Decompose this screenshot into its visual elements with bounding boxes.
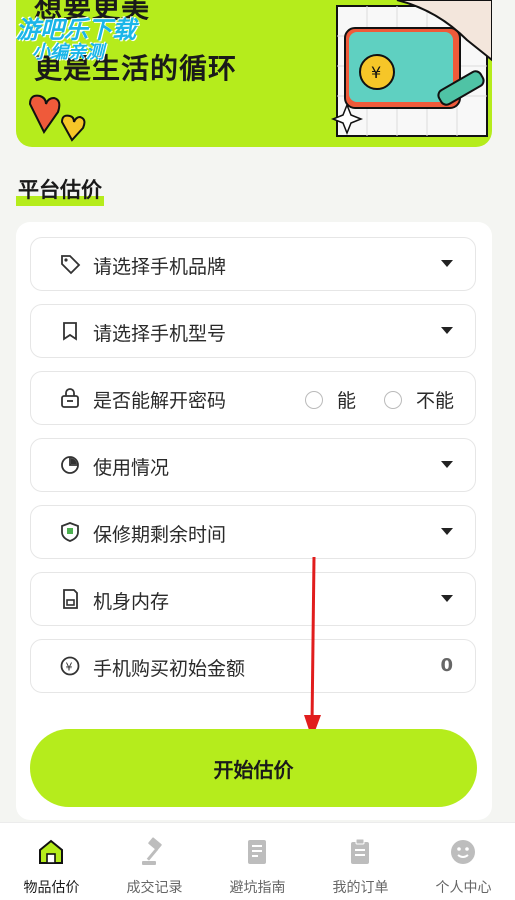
svg-text:¥: ¥	[66, 661, 73, 674]
bookmark-icon	[63, 322, 77, 341]
radio-yes-label: 能	[337, 390, 357, 412]
radio-circle[interactable]	[305, 390, 323, 409]
chevron-down-icon	[441, 595, 453, 602]
clipboard-icon	[351, 838, 369, 864]
nav-item-orders[interactable]: 我的订单	[309, 823, 412, 900]
purchase-price-value[interactable]: 0	[440, 655, 453, 676]
lock-icon	[61, 388, 79, 408]
nav-label: 成交记录	[126, 880, 183, 896]
section-title-text: 平台估价	[18, 178, 102, 202]
chevron-down-icon	[441, 327, 453, 334]
nav-item-guide[interactable]: 避坑指南	[206, 823, 309, 900]
book-icon	[248, 840, 266, 864]
gavel-icon	[142, 837, 162, 865]
radio-yes[interactable]: 能	[305, 386, 356, 413]
home-icon	[39, 839, 63, 864]
phone-storage-icon	[63, 589, 78, 609]
brand-select[interactable]: 请选择手机品牌	[30, 237, 476, 291]
chevron-down-icon	[441, 528, 453, 535]
purchase-price-field[interactable]: ¥ 手机购买初始金额 0	[30, 639, 476, 693]
pie-chart-icon	[61, 456, 79, 474]
model-select-label: 请选择手机型号	[93, 323, 227, 345]
nav-item-deals[interactable]: 成交记录	[103, 823, 206, 900]
bottom-nav: 物品估价 成交记录 避坑指南 我的订单 个人中心	[0, 822, 515, 900]
smiley-icon	[451, 840, 475, 864]
model-select[interactable]: 请选择手机型号	[30, 304, 476, 358]
broken-heart-illustration	[28, 94, 86, 142]
section-title: 平台估价	[16, 174, 104, 206]
nav-label: 物品估价	[23, 880, 80, 896]
radio-circle[interactable]	[384, 390, 402, 409]
shield-icon	[61, 522, 79, 542]
nav-label: 个人中心	[435, 880, 492, 896]
phone-hand-illustration: ¥	[330, 0, 492, 137]
purchase-price-label: 手机购买初始金额	[93, 658, 246, 680]
nav-label: 我的订单	[332, 880, 389, 896]
yen-icon: ¥	[60, 656, 80, 676]
warranty-select[interactable]: 保修期剩余时间	[30, 505, 476, 559]
unlock-password-field: 是否能解开密码 能 不能	[30, 371, 476, 425]
radio-no-label: 不能	[416, 390, 455, 412]
usage-select-label: 使用情况	[93, 457, 170, 479]
unlock-password-label: 是否能解开密码	[93, 390, 227, 412]
usage-select[interactable]: 使用情况	[30, 438, 476, 492]
nav-item-profile[interactable]: 个人中心	[412, 823, 515, 900]
nav-item-valuation[interactable]: 物品估价	[0, 823, 103, 900]
svg-text:¥: ¥	[371, 63, 381, 82]
storage-select[interactable]: 机身内存	[30, 572, 476, 626]
warranty-select-label: 保修期剩余时间	[93, 524, 227, 546]
chevron-down-icon	[441, 461, 453, 468]
watermark-text-2: 小编亲测	[32, 42, 104, 63]
storage-select-label: 机身内存	[93, 591, 170, 613]
tag-icon	[61, 255, 81, 275]
brand-select-label: 请选择手机品牌	[93, 256, 227, 278]
start-valuation-button[interactable]: 开始估价	[30, 729, 477, 807]
chevron-down-icon	[441, 260, 453, 267]
radio-no[interactable]: 不能	[384, 386, 454, 413]
annotation-arrow	[304, 556, 321, 739]
nav-label: 避坑指南	[229, 880, 286, 896]
